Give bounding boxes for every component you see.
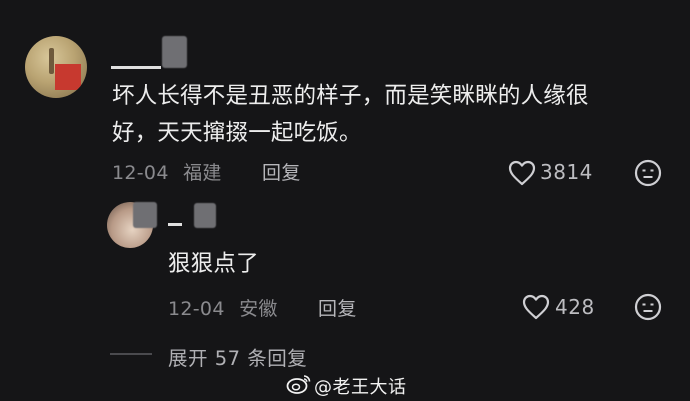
- watermark-text: @老王大话: [314, 377, 407, 398]
- comment-text: 坏人长得不是丑恶的样子，而是笑眯眯的人缘很 好，天天撺掇一起吃饭。: [112, 78, 672, 152]
- username-redacted: [111, 66, 161, 69]
- comment-text-line-1: 坏人长得不是丑恶的样子，而是笑眯眯的人缘很: [112, 83, 589, 109]
- reply-reply-button[interactable]: 回复: [318, 298, 357, 320]
- comment-location: 福建: [183, 162, 222, 184]
- reply-location: 安徽: [239, 298, 278, 320]
- reply-like-count: 428: [555, 295, 595, 319]
- comment-text-line-2: 好，天天撺掇一起吃饭。: [112, 120, 362, 146]
- replier-username-mosaic-2: [194, 203, 216, 228]
- commenter-avatar[interactable]: [25, 36, 87, 98]
- comment-date: 12-04: [112, 162, 169, 184]
- reply-text: 狠狠点了: [168, 251, 259, 277]
- reply-meta: 12-04 安徽 回复: [168, 294, 357, 321]
- avatar-figure: [49, 48, 54, 74]
- comment-like-count: 3814: [540, 160, 593, 184]
- comment-meta: 12-04 福建 回复: [112, 158, 301, 185]
- neutral-face-icon[interactable]: [634, 293, 662, 321]
- username-mosaic: [162, 36, 187, 68]
- expand-divider: [110, 353, 152, 355]
- reply-date: 12-04: [168, 298, 225, 320]
- avatar-red-patch: [55, 64, 81, 90]
- replier-username-mosaic: [133, 202, 157, 228]
- replier-username-redacted: [168, 223, 182, 226]
- neutral-face-icon[interactable]: [634, 159, 662, 187]
- comment-reply-button[interactable]: 回复: [262, 162, 301, 184]
- heart-icon[interactable]: [508, 160, 536, 186]
- weibo-logo-icon: [286, 375, 311, 394]
- expand-replies-button[interactable]: 展开 57 条回复: [168, 342, 307, 371]
- heart-icon[interactable]: [522, 294, 550, 320]
